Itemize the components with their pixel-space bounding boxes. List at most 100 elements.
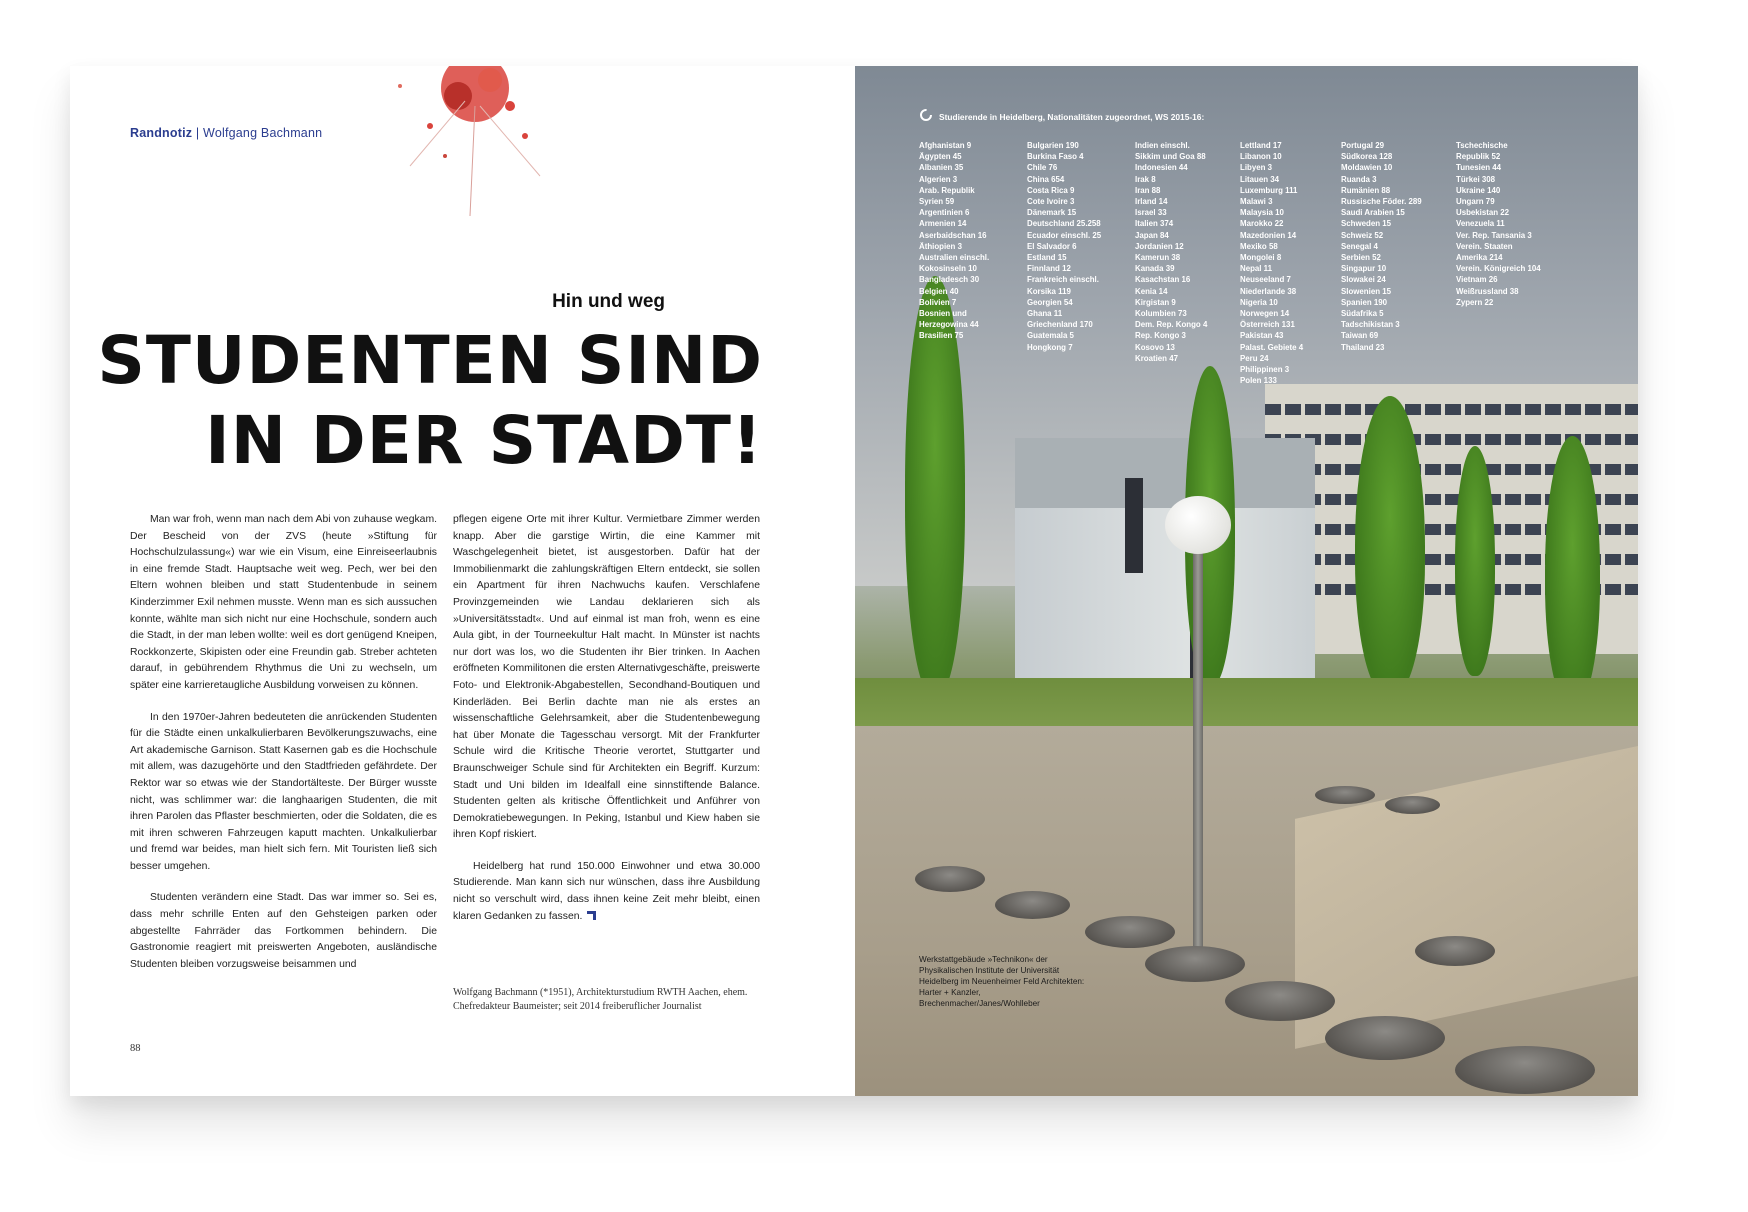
red-splash-decoration [398,66,541,217]
stats-entry: Libyen 3 [1240,163,1273,173]
stats-entry: Kolumbien 73 [1135,309,1187,319]
stats-entry: China 654 [1027,174,1065,184]
stats-entry: Japan 84 [1135,230,1169,240]
stats-entry: Zypern 22 [1456,297,1494,307]
stats-entry: Republik 52 [1456,152,1501,162]
lamp-globe [1165,496,1231,554]
stats-entry: Pakistan 43 [1240,331,1284,341]
stats-entry: Bulgarien 190 [1027,141,1079,150]
stats-entry: Syrien 59 [919,197,955,207]
stats-entry: Kirgistan 9 [1135,297,1176,307]
stats-entry: Kokosinseln 10 [919,264,977,274]
poplar-tree [1545,436,1600,706]
technikon-building [1015,438,1315,678]
stats-entry: Singapur 10 [1341,264,1387,274]
rubric-separator: | [195,126,200,140]
stats-entry: Jordanien 12 [1135,241,1184,251]
stats-entry: Belgien 40 [919,286,959,296]
stats-entry: Tunesien 44 [1456,163,1502,173]
stats-entry: Slowenien 15 [1341,286,1391,296]
stats-entry: Nepal 11 [1240,264,1273,274]
stats-entry: Philippinen 3 [1240,365,1290,375]
stats-entry: Schweden 15 [1341,219,1391,229]
stats-entry: Ukraine 140 [1456,185,1501,195]
stats-entry: Griechenland 170 [1027,320,1093,330]
stats-entry: Usbekistan 22 [1456,208,1510,218]
stats-entry: Nigeria 10 [1240,297,1278,307]
stats-entry: Verein. Staaten [1456,241,1513,251]
stats-entry: Australien einschl. [919,253,990,263]
stats-entry: Kanada 39 [1135,264,1175,274]
stats-entry: Ecuador einschl. 25 [1027,230,1102,240]
stats-entry: Norwegen 14 [1240,309,1290,319]
stats-entry: Afghanistan 9 [919,141,972,150]
kicker: Hin und weg [552,291,665,312]
stats-entry: Costa Rica 9 [1027,185,1075,195]
magazine-spread: Randnotiz | Wolfgang Bachmann Hin und we… [70,66,1638,1096]
end-mark-icon [587,910,597,920]
stats-entry: Mongolei 8 [1240,253,1282,263]
stats-entry: Burkina Faso 4 [1027,152,1084,162]
stats-entry: Italien 374 [1135,219,1174,229]
stats-column-4: Lettland 17 Libanon 10 Libyen 3 Litauen … [1240,140,1303,386]
paragraph: pflegen eigene Orte mit ihrer Kultur. Ve… [453,514,760,841]
rubric-author: Wolfgang Bachmann [203,126,323,140]
stats-entry: Neuseeland 7 [1240,275,1291,285]
stats-entry: Amerika 214 [1456,253,1503,263]
stats-entry: Saudi Arabien 15 [1341,208,1405,218]
stone-seat [1145,946,1245,982]
lawn [855,678,1638,726]
stone-seat [1325,1016,1445,1060]
stats-entry: Portugal 29 [1341,141,1384,150]
stats-entry: Palast. Gebiete 4 [1240,342,1304,352]
stats-entry: Chile 76 [1027,163,1058,173]
page-number: 88 [130,1043,141,1054]
stats-entry: Schweiz 52 [1341,230,1384,240]
stats-column-5: Portugal 29 Südkorea 128 Moldawien 10 Ru… [1341,140,1422,353]
stats-entry: Spanien 190 [1341,297,1388,307]
stats-entry: Marokko 22 [1240,219,1284,229]
stats-entry: Thailand 23 [1341,342,1385,352]
stats-entry: Malaysia 10 [1240,208,1284,218]
stats-entry: Lettland 17 [1240,141,1282,150]
stats-entry: Mazedonien 14 [1240,230,1297,240]
text-column-2: pflegen eigene Orte mit ihrer Kultur. Ve… [453,512,760,940]
stats-entry: Israel 33 [1135,208,1167,218]
author-bio: Wolfgang Bachmann (*1951), Architekturst… [453,987,748,1012]
stats-column-6: Tschechische Republik 52 Tunesien 44 Tür… [1456,140,1541,308]
stats-entry: Irak 8 [1135,174,1156,184]
stats-entry: Luxemburg 111 [1240,185,1298,195]
stats-entry: Arab. Republik [919,185,975,195]
stats-entry: Indonesien 44 [1135,163,1188,173]
building-band [1015,438,1315,508]
photo-caption: Werkstattgebäude »Technikon« der Physika… [919,955,1085,1008]
stats-entry: Rep. Kongo 3 [1135,331,1186,341]
stats-entry: Herzegowina 44 [919,320,979,330]
stats-entry: Armenien 14 [919,219,967,229]
stats-entry: Südafrika 5 [1341,309,1384,319]
stats-entry: Kasachstan 16 [1135,275,1191,285]
stats-entry: Ägypten 45 [919,152,962,162]
stats-entry: Irland 14 [1135,197,1168,207]
stone-seat [1455,1046,1595,1094]
lamp-pole [1193,536,1203,966]
stats-entry: Argentinien 6 [919,208,970,218]
paragraph-wrapper: Heidelberg hat rund 150.000 Einwohner un… [453,859,760,925]
stats-entry: Korsika 119 [1027,286,1071,296]
stats-entry: El Salvador 6 [1027,241,1077,251]
stone-seat [1385,796,1440,814]
stats-entry: Bangladesch 30 [919,275,980,285]
paragraph: Heidelberg hat rund 150.000 Einwohner un… [453,860,760,922]
stone-seat [1085,916,1175,948]
stats-entry: Aserbaidschan 16 [919,230,987,240]
stats-entry: Malawi 3 [1240,197,1273,207]
stats-entry: Weißrussland 38 [1456,286,1519,296]
stats-entry: Dänemark 15 [1027,208,1077,218]
stats-entry: Albanien 35 [919,163,964,173]
stats-entry: Georgien 54 [1027,297,1073,307]
left-page: Randnotiz | Wolfgang Bachmann Hin und we… [70,66,855,1096]
stats-entry: Estland 15 [1027,253,1067,263]
stats-entry: Österreich 131 [1240,320,1295,330]
rubric: Randnotiz | Wolfgang Bachmann [130,126,322,140]
building-window [1125,478,1143,573]
